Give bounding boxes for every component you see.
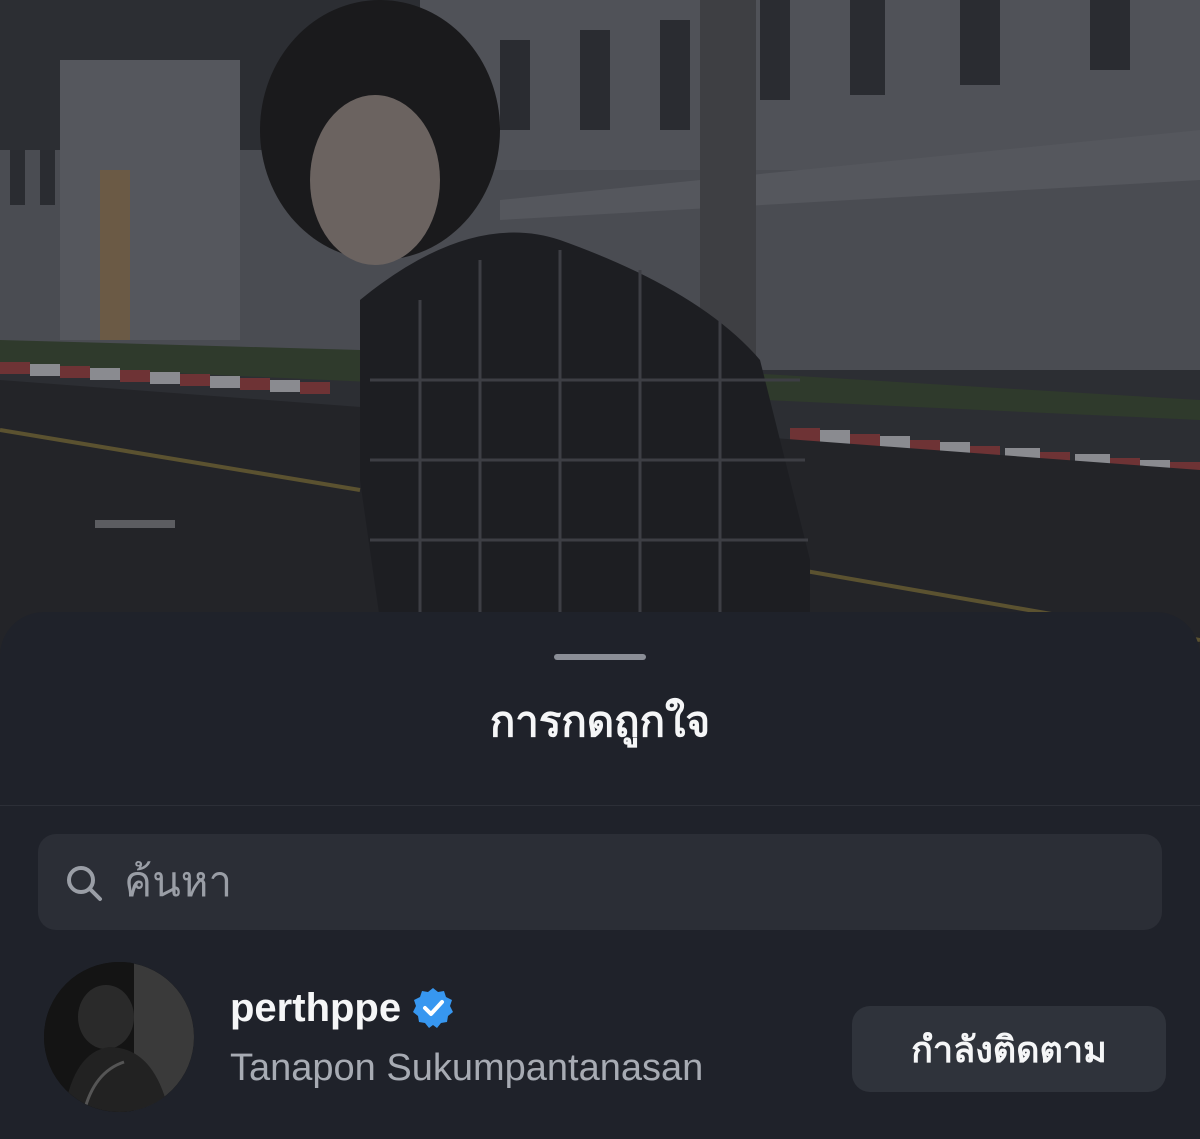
likes-sheet: การกดถูกใจ perthppe xyxy=(0,612,1200,1139)
post-photo-background xyxy=(0,0,1200,660)
username-line: perthppe xyxy=(230,982,703,1034)
full-name: Tanapon Sukumpantanasan xyxy=(230,1047,704,1089)
verified-badge-icon xyxy=(413,988,454,1028)
liker-row[interactable]: perthppe Tanapon Sukumpantanasan กำลังติ… xyxy=(0,958,1200,1112)
header-divider xyxy=(0,805,1200,806)
liker-info: perthppe Tanapon Sukumpantanasan xyxy=(230,982,703,1092)
search-icon xyxy=(67,866,102,901)
sheet-title: การกดถูกใจ xyxy=(489,698,711,745)
sheet-grabber-handle[interactable] xyxy=(554,654,646,660)
search-input[interactable] xyxy=(124,852,1124,912)
search-bar[interactable] xyxy=(38,834,1162,930)
username[interactable]: perthppe xyxy=(230,984,401,1032)
avatar[interactable] xyxy=(44,962,194,1112)
likes-screen: การกดถูกใจ perthppe xyxy=(0,0,1200,1139)
following-button[interactable]: กำลังติดตาม xyxy=(852,1006,1166,1092)
